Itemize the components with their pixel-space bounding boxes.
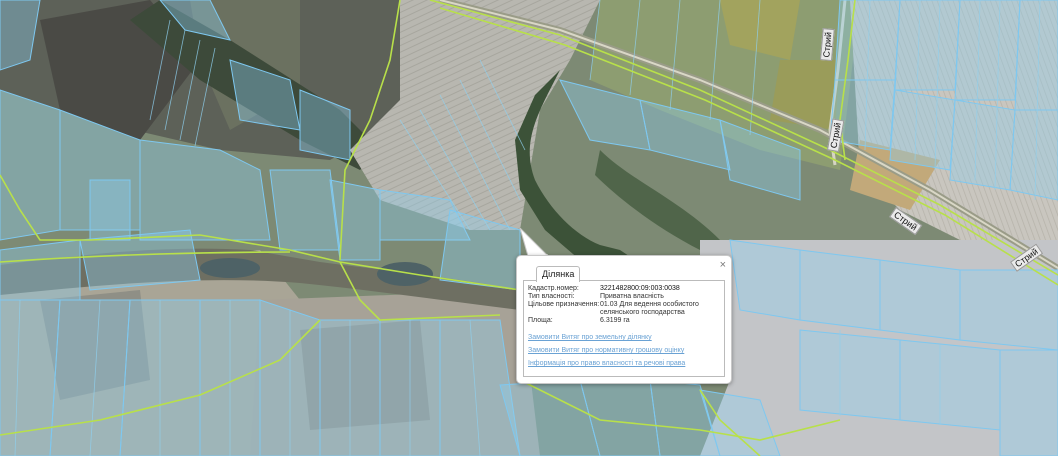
cadastral-map[interactable]: Стрий Стрий Стрий Стрий × Кадастр.номер:…: [0, 0, 1058, 456]
area-value: 6.3199 га: [600, 317, 630, 324]
purpose-value: 01.03 Для ведення особистого селянського…: [600, 301, 699, 316]
purpose-label: Цільове призначення:: [528, 301, 600, 308]
order-parcel-extract-link[interactable]: Замовити Витяг про земельну ділянку: [528, 334, 724, 341]
parcel-info-popup: × Кадастр.номер: 3221482800:09:003:0038 …: [516, 255, 732, 384]
table-row: Тип власності: Приватна власність: [528, 293, 710, 301]
cadastral-number-value: 3221482800:09:003:0038: [600, 285, 680, 292]
table-row: Кадастр.номер: 3221482800:09:003:0038: [528, 285, 710, 293]
area-label: Площа:: [528, 317, 553, 324]
ownership-rights-info-link[interactable]: Інформація про право власності та речові…: [528, 360, 724, 367]
table-row: Площа: 6.3199 га: [528, 317, 710, 325]
parcel-info-panel: Кадастр.номер: 3221482800:09:003:0038 Ти…: [523, 280, 725, 377]
cadastral-number-label: Кадастр.номер:: [528, 285, 579, 292]
tab-parcel[interactable]: Ділянка: [536, 266, 581, 282]
popup-pointer: [519, 228, 550, 257]
ownership-type-value: Приватна власність: [600, 293, 664, 300]
table-row: Цільове призначення: 01.03 Для ведення о…: [528, 301, 710, 317]
parcel-attributes-table: Кадастр.номер: 3221482800:09:003:0038 Ти…: [528, 285, 710, 325]
close-icon[interactable]: ×: [720, 259, 726, 271]
ownership-type-label: Тип власності:: [528, 293, 575, 300]
order-valuation-extract-link[interactable]: Замовити Витяг про нормативну грошову оц…: [528, 347, 724, 354]
